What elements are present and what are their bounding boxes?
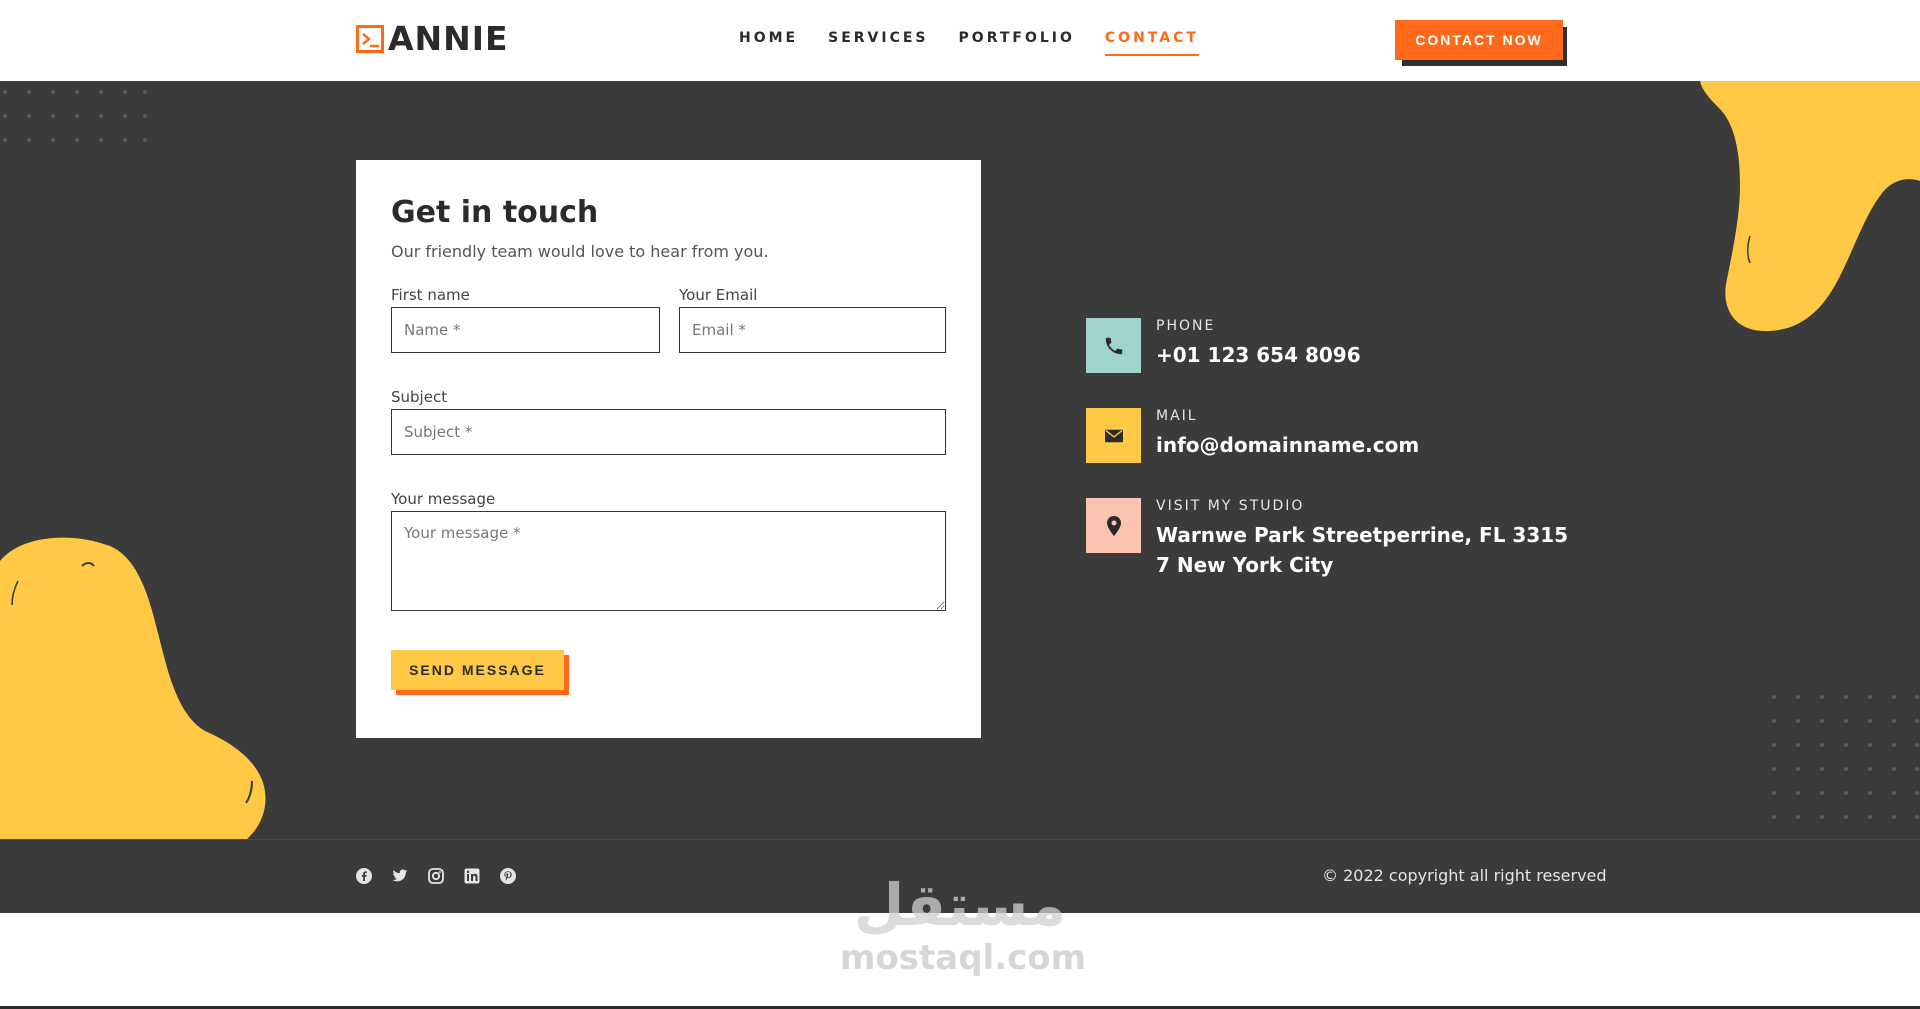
linkedin-icon[interactable] [464, 868, 480, 884]
subject-input[interactable] [391, 409, 946, 455]
yellow-blob-decoration [0, 537, 266, 839]
email-label: Your Email [679, 286, 758, 304]
dot-pattern-decoration [3, 90, 147, 142]
studio-address-line2: 7 New York City [1156, 553, 1334, 577]
site-header: ANNIE HOME SERVICES PORTFOLIO CONTACT CO… [0, 0, 1920, 81]
contact-section: Get in touch Our friendly team would lov… [0, 81, 1920, 839]
subject-label: Subject [391, 388, 448, 406]
send-message-button[interactable]: SEND MESSAGE [391, 650, 564, 690]
first-name-label: First name [391, 286, 470, 304]
contact-now-button-wrap: CONTACT NOW [1395, 20, 1568, 66]
phone-value[interactable]: +01 123 654 8096 [1156, 340, 1361, 370]
nav-services[interactable]: SERVICES [828, 30, 928, 56]
nav-portfolio[interactable]: PORTFOLIO [959, 30, 1075, 56]
mail-value[interactable]: info@domainname.com [1156, 430, 1419, 460]
copyright-text: © 2022 copyright all right reserved [1322, 866, 1607, 885]
form-title: Get in touch [391, 195, 599, 230]
message-label: Your message [391, 490, 496, 508]
studio-address-line1: Warnwe Park Streetperrine, FL 3315 [1156, 523, 1569, 547]
facebook-icon[interactable] [356, 868, 372, 884]
watermark-arabic: مستقل [853, 871, 1067, 939]
phone-label: PHONE [1156, 318, 1216, 334]
social-links [356, 868, 516, 884]
contact-now-button[interactable]: CONTACT NOW [1395, 20, 1563, 60]
phone-icon [1086, 318, 1141, 373]
dot-pattern-decoration [1772, 695, 1919, 819]
message-textarea[interactable] [391, 511, 946, 611]
send-message-button-wrap: SEND MESSAGE [391, 650, 569, 695]
instagram-icon[interactable] [428, 868, 444, 884]
form-subtitle: Our friendly team would love to hear fro… [391, 242, 769, 261]
mail-icon [1086, 408, 1141, 463]
nav-contact[interactable]: CONTACT [1104, 30, 1199, 56]
contact-form-card: Get in touch Our friendly team would lov… [356, 160, 981, 738]
terminal-logo-icon [356, 25, 384, 53]
location-pin-icon [1086, 498, 1141, 553]
mostaql-watermark: مستقل mostaql.com [840, 870, 1087, 978]
watermark-latin: mostaql.com [840, 938, 1087, 978]
nav-home[interactable]: HOME [739, 30, 798, 56]
yellow-blob-decoration [1700, 81, 1920, 332]
email-input[interactable] [679, 307, 946, 353]
twitter-icon[interactable] [392, 868, 408, 884]
mail-label: MAIL [1156, 408, 1198, 424]
studio-label: VISIT MY STUDIO [1156, 498, 1305, 514]
logo-text: ANNIE [388, 19, 509, 58]
logo[interactable]: ANNIE [356, 22, 509, 56]
first-name-input[interactable] [391, 307, 660, 353]
pinterest-icon[interactable] [500, 868, 516, 884]
main-nav: HOME SERVICES PORTFOLIO CONTACT [739, 30, 1199, 56]
